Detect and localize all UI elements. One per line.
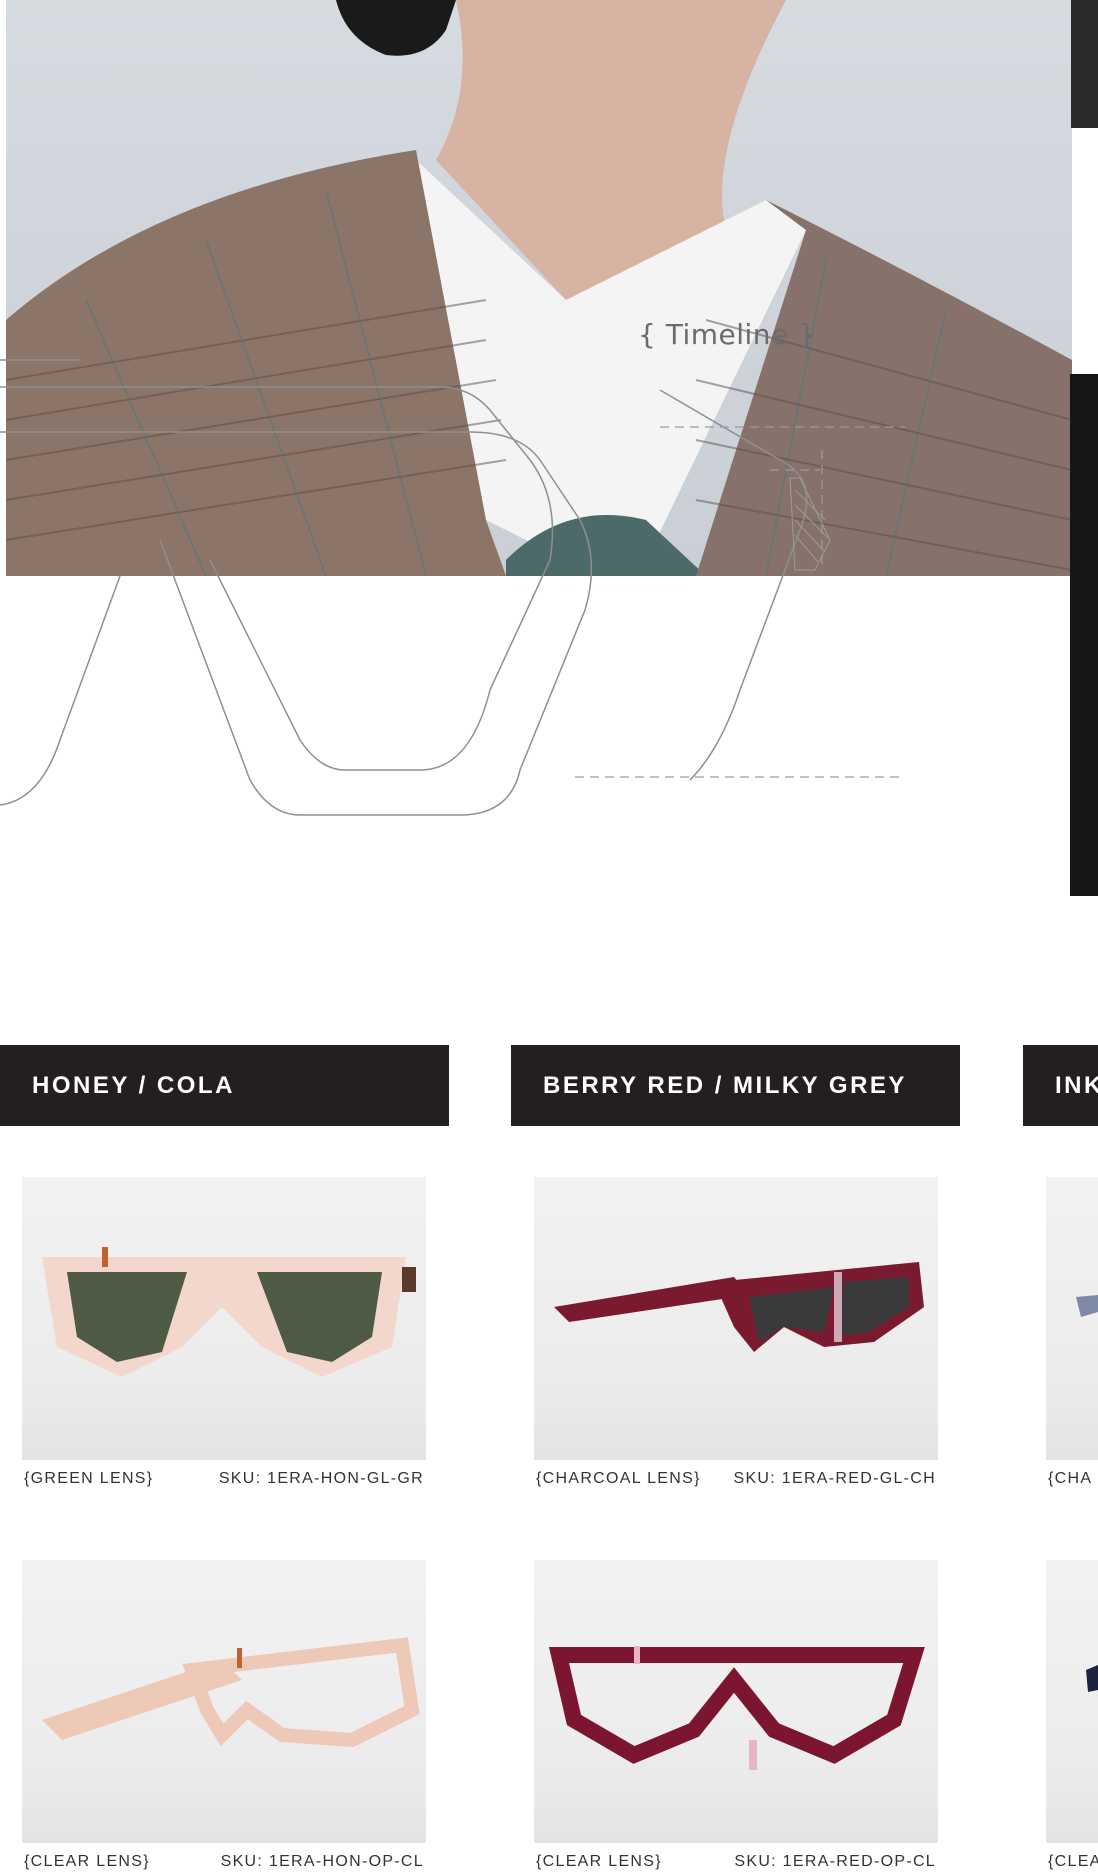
column-title[interactable]: INK [1023,1045,1098,1126]
product-card[interactable]: {GREEN LENS} SKU: 1ERA-HON-GL-GR [22,1177,426,1488]
lens-label: {CHARCOAL LENS} [536,1470,701,1487]
lens-label: {CLEA [1048,1853,1098,1870]
lens-label: {CLEAR LENS} [24,1853,150,1870]
product-column-honey-cola: HONEY / COLA [0,1045,449,1126]
column-title[interactable]: HONEY / COLA [0,1045,449,1126]
lens-label: {CLEAR LENS} [536,1853,662,1870]
sku-label: SKU: 1ERA-HON-OP-CL [220,1853,424,1870]
glasses-outline-drawing [0,359,905,816]
product-photo[interactable] [1046,1177,1098,1460]
product-card[interactable]: {CLEAR LENS} SKU: 1ERA-HON-OP-CL [22,1560,426,1871]
product-column-ink: INK [1023,1045,1098,1126]
sku-label: SKU: 1ERA-RED-OP-CL [734,1853,936,1870]
product-photo[interactable] [22,1560,426,1843]
product-photo[interactable] [534,1560,938,1843]
column-title[interactable]: BERRY RED / MILKY GREY [511,1045,960,1126]
product-photo[interactable] [534,1177,938,1460]
product-photo[interactable] [1046,1560,1098,1843]
lens-label: {GREEN LENS} [24,1470,154,1487]
product-card[interactable]: {CHA [1046,1177,1098,1488]
product-column-berry-red: BERRY RED / MILKY GREY [511,1045,960,1126]
product-photo[interactable] [22,1177,426,1460]
sku-label: SKU: 1ERA-RED-GL-CH [733,1470,936,1487]
product-card[interactable]: {CHARCOAL LENS} SKU: 1ERA-RED-GL-CH [534,1177,938,1488]
product-card[interactable]: {CLEA [1046,1560,1098,1871]
sku-label: SKU: 1ERA-HON-GL-GR [218,1470,424,1487]
lens-label: {CHA [1048,1470,1093,1487]
product-card[interactable]: {CLEAR LENS} SKU: 1ERA-RED-OP-CL [534,1560,938,1871]
